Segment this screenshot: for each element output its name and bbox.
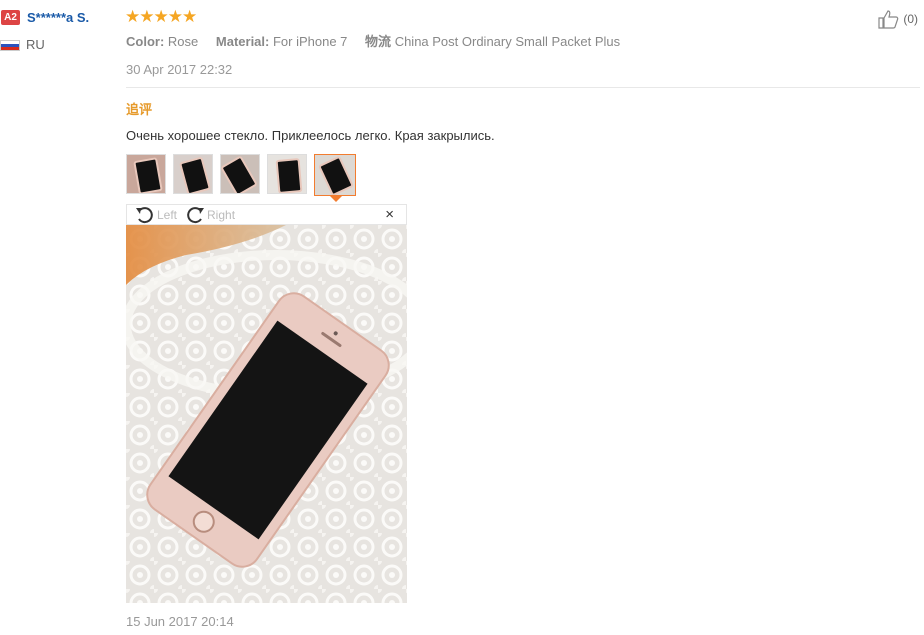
rotate-right-button[interactable]: Right [185, 206, 235, 224]
photo-thumbnail[interactable] [220, 154, 260, 194]
followup-heading: 追评 [126, 102, 153, 117]
photo-thumbnail[interactable] [267, 154, 307, 194]
rotate-left-label: Left [157, 207, 178, 222]
attr-value: China Post Ordinary Small Packet Plus [394, 34, 621, 49]
like-count: (0) [903, 12, 918, 26]
thumbs-up-icon [878, 10, 899, 29]
rotate-left-icon [136, 206, 153, 223]
review-comment: Очень хорошее стекло. Приклеелось легко.… [126, 128, 495, 143]
photo-thumbnail-active[interactable] [314, 154, 356, 196]
attr-key: Color: [126, 34, 165, 49]
rotate-left-button[interactable]: Left [135, 206, 177, 224]
image-viewer-toolbar: Left Right × [126, 204, 407, 225]
attr-key: 物流 [365, 34, 392, 49]
phone-photo [126, 225, 407, 603]
reviewer-country: RU [26, 37, 45, 52]
level-badge: A2 [1, 10, 20, 25]
like-button[interactable]: (0) [877, 9, 918, 29]
rotate-right-icon [187, 206, 205, 223]
divider [126, 87, 920, 88]
review-date: 30 Apr 2017 22:32 [126, 62, 233, 77]
order-attributes: Color: Rose Material: For iPhone 7 物流 Ch… [126, 31, 634, 50]
attr-key: Material: [215, 34, 270, 49]
close-viewer-button[interactable]: × [385, 206, 394, 223]
attr-value: Rose [167, 34, 199, 49]
photo-thumbnail[interactable] [126, 154, 166, 194]
active-thumbnail-caret [330, 196, 342, 202]
rotate-right-label: Right [207, 207, 236, 222]
enlarged-review-photo [126, 225, 407, 603]
russia-flag-icon [0, 40, 20, 51]
photo-thumbnail[interactable] [173, 154, 213, 194]
photo-thumbnails [126, 154, 356, 196]
reviewer-name[interactable]: S******a S. [27, 10, 89, 25]
attr-value: For iPhone 7 [272, 34, 348, 49]
star-rating: ★★★★★ [125, 7, 197, 26]
followup-date: 15 Jun 2017 20:14 [126, 614, 234, 629]
